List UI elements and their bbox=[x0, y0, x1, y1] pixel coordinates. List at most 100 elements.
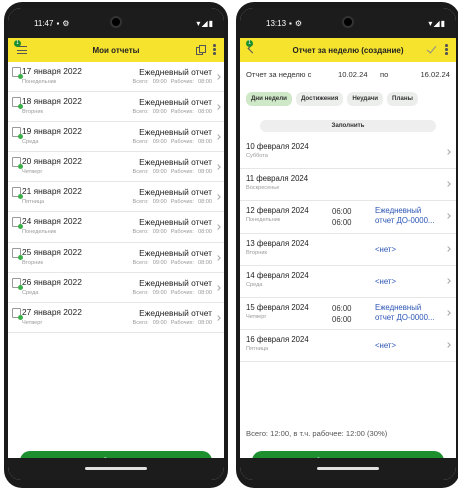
day-date: 16 февраля 2024 bbox=[246, 335, 309, 345]
total-hours: 09:00 bbox=[152, 259, 167, 266]
document-icon bbox=[12, 187, 23, 200]
status-bar: 13:13 ▪ ⚙ ▾◢▮ bbox=[240, 8, 456, 38]
fill-button[interactable]: Заполнить bbox=[260, 120, 436, 132]
work-label: Рабочих: bbox=[170, 229, 194, 236]
notification-icon: ▪ bbox=[56, 18, 60, 28]
day-report-link[interactable]: Ежедневный отчет ДО-0000... bbox=[375, 206, 434, 226]
day-row[interactable]: 13 февраля 2024 Вторник <нет> bbox=[240, 234, 456, 266]
nav-bar bbox=[8, 458, 224, 480]
page-title: Отчет за неделю (создание) bbox=[292, 45, 404, 55]
settings-icon: ⚙ bbox=[294, 18, 303, 28]
tab-bar: Дни недели Достижения Неудачи Планы bbox=[246, 92, 452, 106]
more-options-icon[interactable] bbox=[445, 44, 448, 56]
total-hours: 09:00 bbox=[152, 169, 167, 176]
day-report-link[interactable]: <нет> bbox=[375, 341, 396, 351]
total-label: Всего: bbox=[132, 319, 149, 326]
report-type: Ежедневный отчет bbox=[139, 277, 212, 288]
total-hours: 09:00 bbox=[152, 319, 167, 326]
menu-icon[interactable] bbox=[17, 46, 27, 54]
report-details: Среда Всего: 09:00 Рабочих: 08:00 bbox=[22, 139, 212, 145]
day-report-line1: <нет> bbox=[375, 244, 397, 254]
status-bar: 11:47 ▪ ⚙ ▾◢▮ bbox=[8, 8, 224, 38]
document-icon bbox=[12, 217, 23, 230]
chevron-right-icon bbox=[445, 181, 451, 188]
tab-3[interactable]: Планы bbox=[387, 92, 418, 106]
battery-icon: ▮ bbox=[440, 18, 446, 28]
period-row: Отчет за неделю с 10.02.24 по 16.02.24 bbox=[246, 70, 450, 82]
day-time-total: 06:00 bbox=[332, 207, 352, 217]
total-label: Всего: bbox=[132, 109, 149, 116]
day-row[interactable]: 16 февраля 2024 Пятница <нет> bbox=[240, 330, 456, 363]
copy-icon[interactable] bbox=[196, 45, 206, 55]
report-row[interactable]: 17 января 2022 Ежедневный отчет Понедельни… bbox=[8, 62, 224, 93]
day-row[interactable]: 14 февраля 2024 Среда <нет> bbox=[240, 266, 456, 298]
screen-my-reports: 11:47 ▪ ⚙ ▾◢▮ 1 Мои отчеты 17 января 202… bbox=[8, 8, 224, 480]
report-details: Среда Всего: 09:00 Рабочих: 08:00 bbox=[22, 290, 212, 296]
document-icon bbox=[12, 67, 23, 79]
day-report-link[interactable]: <нет> bbox=[375, 277, 396, 287]
chevron-right-icon bbox=[445, 342, 451, 348]
work-hours: 08:00 bbox=[198, 259, 212, 266]
day-row[interactable]: 10 февраля 2024 Суббота bbox=[240, 137, 456, 170]
report-row[interactable]: 20 января 2022 Ежедневный отчет Четверг Все… bbox=[8, 152, 224, 183]
report-row[interactable]: 26 января 2022 Ежедневный отчет Среда Всего… bbox=[8, 273, 224, 303]
report-row[interactable]: 27 января 2022 Ежедневный отчет Четверг Все… bbox=[8, 303, 224, 333]
notification-badge: 1 bbox=[14, 40, 21, 47]
signal-icon: ◢ bbox=[433, 18, 441, 28]
report-row[interactable]: 25 января 2022 Ежедневный отчет Вторник Все… bbox=[8, 243, 224, 273]
notification-icon: ▪ bbox=[289, 18, 292, 28]
tab-0[interactable]: Дни недели bbox=[246, 92, 292, 106]
chevron-right-icon bbox=[215, 254, 221, 261]
total-label: Всего: bbox=[132, 79, 149, 85]
document-icon bbox=[12, 247, 23, 260]
work-hours: 08:00 bbox=[198, 289, 212, 296]
notification-badge: 1 bbox=[246, 40, 253, 47]
tab-1[interactable]: Достижения bbox=[295, 92, 344, 106]
report-row[interactable]: 24 января 2022 Ежедневный отчет Понедельни… bbox=[8, 212, 224, 243]
report-type: Ежедневный отчет bbox=[139, 187, 212, 198]
report-details: Понедельник Всего: 09:00 Рабочих: 08:00 bbox=[22, 229, 212, 235]
app-bar: 1 Отчет за неделю (создание) bbox=[240, 38, 456, 62]
document-icon bbox=[12, 97, 23, 110]
chevron-right-icon bbox=[445, 310, 451, 316]
day-report-link[interactable]: <нет> bbox=[375, 245, 396, 255]
report-row[interactable]: 19 января 2022 Ежедневный отчет Среда Всего… bbox=[8, 122, 224, 153]
day-row[interactable]: 12 февраля 2024 Понедельник 06:00 06:00 Ежед… bbox=[240, 201, 456, 234]
report-row[interactable]: 21 января 2022 Ежедневный отчет Пятница Все… bbox=[8, 182, 224, 213]
document-icon bbox=[12, 277, 23, 290]
day-date: 11 февраля 2024 bbox=[246, 174, 309, 184]
tab-2[interactable]: Неудачи bbox=[347, 92, 384, 106]
home-indicator[interactable] bbox=[317, 467, 379, 470]
day-weekday: Вторник bbox=[246, 249, 267, 256]
report-row[interactable]: 18 января 2022 Ежедневный отчет Вторник Все… bbox=[8, 92, 224, 123]
report-details: Вторник Всего: 09:00 Рабочих: 08:00 bbox=[22, 109, 212, 115]
report-weekday: Вторник bbox=[22, 259, 43, 266]
report-weekday: Среда bbox=[22, 289, 39, 296]
chevron-right-icon bbox=[215, 314, 221, 321]
period-to-label: по bbox=[380, 70, 389, 79]
chevron-right-icon bbox=[215, 194, 221, 201]
work-hours: 08:00 bbox=[198, 199, 212, 206]
period-from[interactable]: 10.02.24 bbox=[338, 70, 368, 79]
signal-icon: ◢ bbox=[201, 18, 209, 28]
work-hours: 08:00 bbox=[198, 169, 212, 176]
day-row[interactable]: 11 февраля 2024 Воскресенье bbox=[240, 169, 456, 202]
settings-icon: ⚙ bbox=[62, 18, 70, 28]
work-hours: 08:00 bbox=[198, 109, 212, 116]
day-times: 06:00 06:00 bbox=[332, 206, 352, 228]
report-weekday: Вторник bbox=[22, 109, 43, 116]
report-type: Ежедневный отчет bbox=[139, 67, 212, 77]
day-report-link[interactable]: Ежедневный отчет ДО-0000... bbox=[375, 303, 434, 323]
more-options-icon[interactable] bbox=[213, 44, 216, 56]
system-icons: ▾◢▮ bbox=[428, 19, 446, 28]
total-hours: 09:00 bbox=[152, 199, 167, 206]
total-hours: 09:00 bbox=[152, 109, 167, 116]
day-row[interactable]: 15 февраля 2024 Четверг 06:00 06:00 Ежедневн… bbox=[240, 298, 456, 331]
day-weekday: Среда bbox=[246, 281, 263, 288]
chevron-right-icon bbox=[445, 277, 451, 284]
period-to[interactable]: 16.02.24 bbox=[420, 70, 450, 79]
work-label: Рабочих: bbox=[170, 199, 194, 206]
home-indicator[interactable] bbox=[85, 467, 147, 470]
document-icon bbox=[12, 307, 23, 320]
work-label: Рабочих: bbox=[170, 169, 194, 176]
